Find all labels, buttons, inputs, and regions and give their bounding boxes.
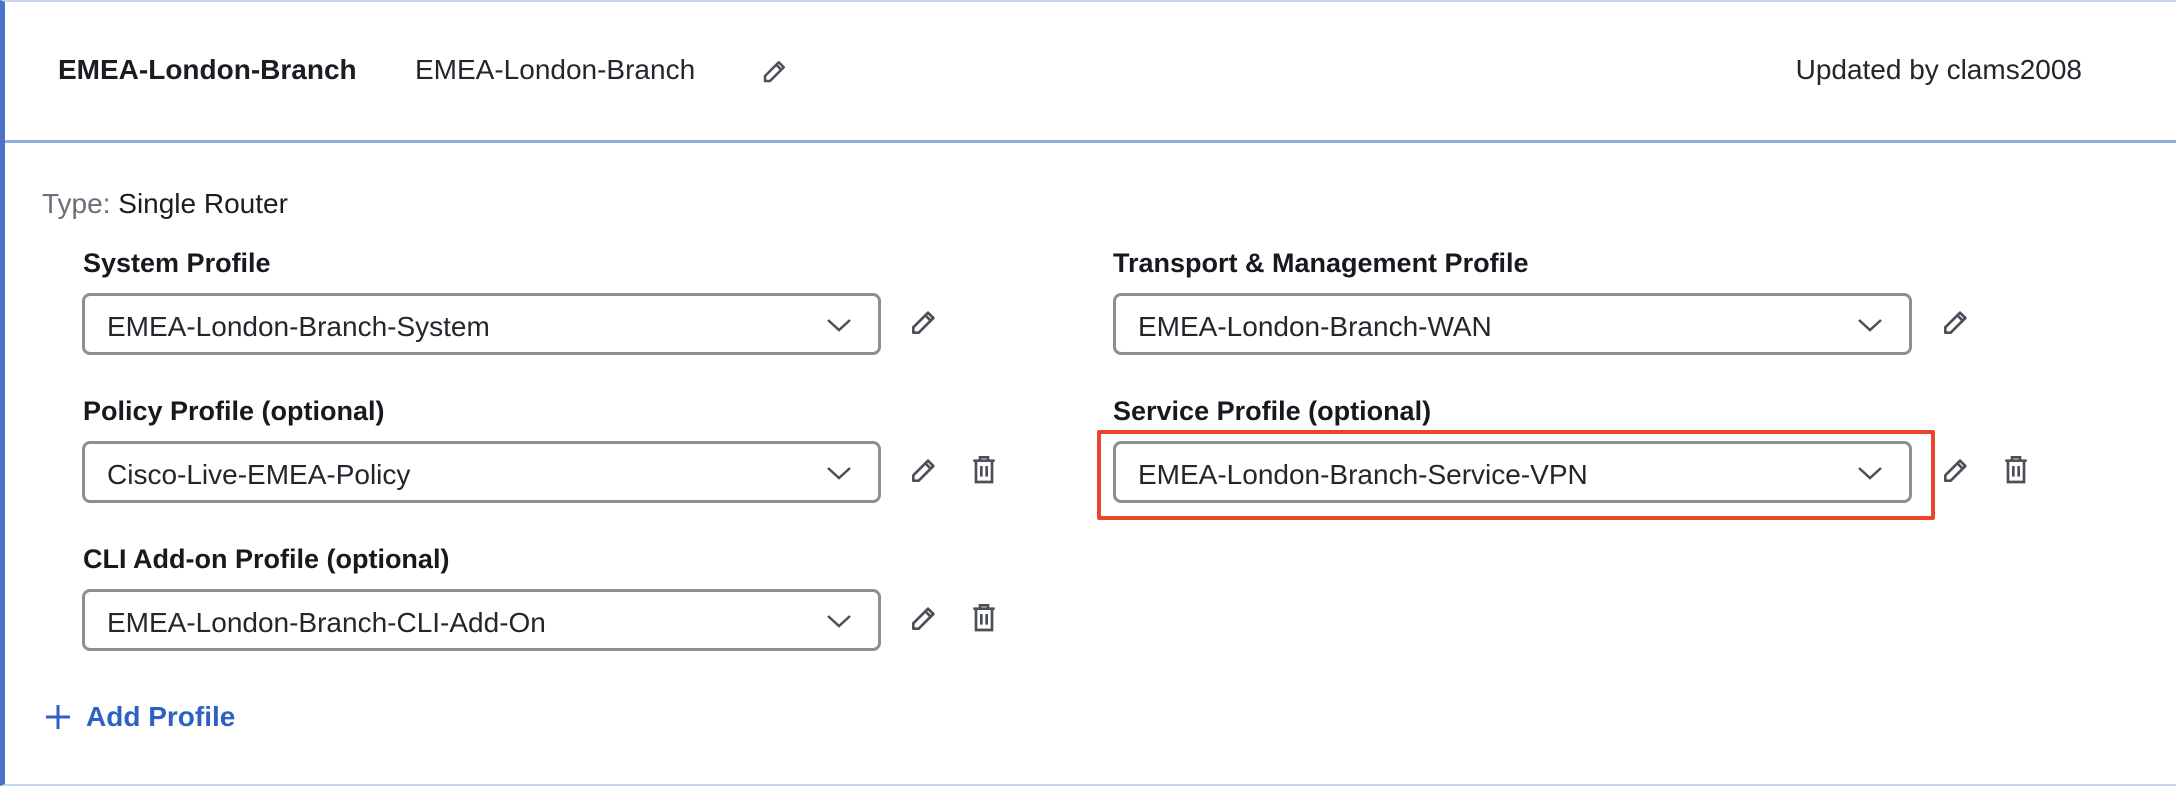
transport-profile-value: EMEA-London-Branch-WAN (1138, 311, 1492, 342)
updated-by-text: Updated by clams2008 (1795, 54, 2082, 85)
add-profile-label: Add Profile (86, 701, 236, 732)
delete-cli-profile-icon[interactable] (968, 602, 1000, 634)
system-profile-select[interactable]: EMEA-London-Branch-System (82, 293, 881, 355)
header-bar: EMEA-London-Branch EMEA-London-Branch Up… (5, 2, 2176, 143)
cli-profile-select[interactable]: EMEA-London-Branch-CLI-Add-On (82, 589, 881, 651)
edit-system-profile-icon[interactable] (908, 306, 940, 338)
plus-icon (46, 705, 70, 729)
policy-profile-label: Policy Profile (optional) (83, 396, 385, 426)
edit-transport-profile-icon[interactable] (1940, 306, 1972, 338)
edit-service-profile-icon[interactable] (1940, 454, 1972, 486)
cli-profile-value: EMEA-London-Branch-CLI-Add-On (107, 607, 546, 638)
chevron-down-icon (827, 319, 851, 332)
policy-profile-value: Cisco-Live-EMEA-Policy (107, 459, 411, 490)
type-value: Single Router (118, 188, 288, 219)
edit-name-icon[interactable] (760, 56, 790, 86)
add-profile-button[interactable]: Add Profile (44, 700, 235, 734)
system-profile-value: EMEA-London-Branch-System (107, 311, 490, 342)
policy-profile-select[interactable]: Cisco-Live-EMEA-Policy (82, 441, 881, 503)
edit-cli-profile-icon[interactable] (908, 602, 940, 634)
type-label: Type: (42, 188, 111, 219)
cli-profile-label: CLI Add-on Profile (optional) (83, 544, 450, 574)
service-profile-label: Service Profile (optional) (1113, 396, 1432, 426)
service-profile-highlight (1097, 430, 1935, 520)
delete-policy-profile-icon[interactable] (968, 454, 1000, 486)
transport-profile-label: Transport & Management Profile (1113, 248, 1529, 278)
system-profile-label: System Profile (83, 248, 271, 278)
delete-service-profile-icon[interactable] (2000, 454, 2032, 486)
transport-profile-select[interactable]: EMEA-London-Branch-WAN (1113, 293, 1912, 355)
edit-policy-profile-icon[interactable] (908, 454, 940, 486)
type-line: Type: Single Router (42, 188, 288, 220)
config-group-name: EMEA-London-Branch (415, 54, 696, 85)
page-title: EMEA-London-Branch (58, 54, 357, 85)
chevron-down-icon (827, 467, 851, 480)
chevron-down-icon (827, 615, 851, 628)
chevron-down-icon (1858, 319, 1882, 332)
